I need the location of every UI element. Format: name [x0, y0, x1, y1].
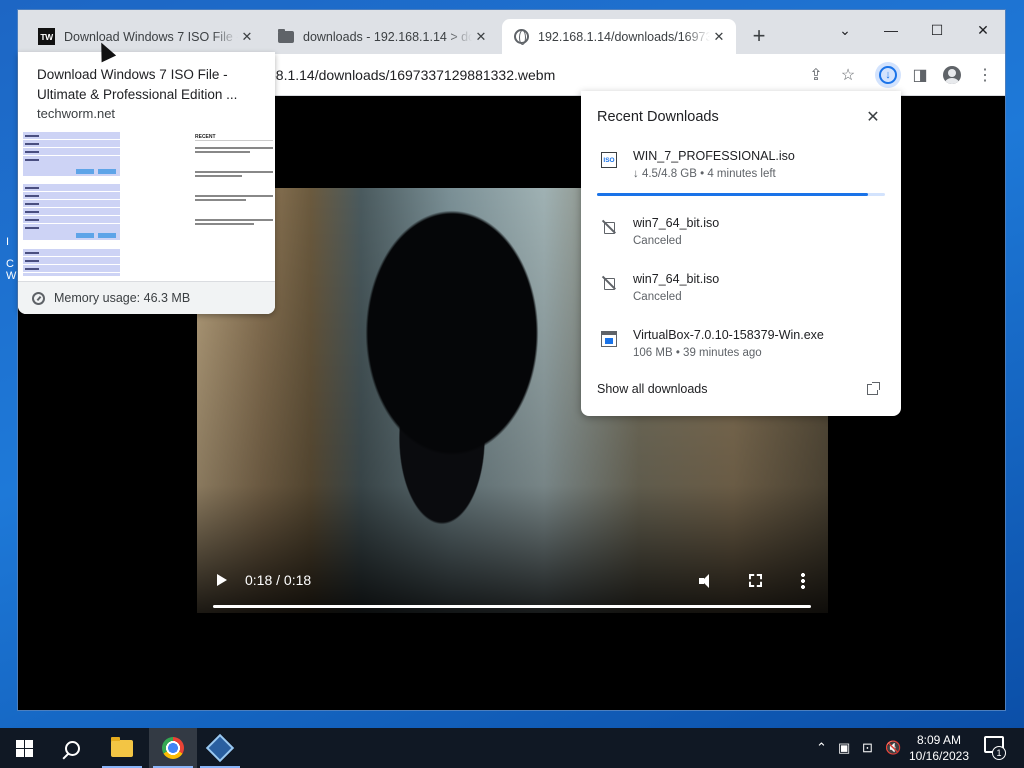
download-filename: VirtualBox-7.0.10-158379-Win.exe: [633, 328, 824, 342]
virtualbox-icon: [205, 733, 235, 763]
globe-icon: [514, 29, 529, 45]
folder-icon: [111, 736, 133, 757]
volume-muted-icon[interactable]: 🔇: [885, 728, 901, 768]
close-icon[interactable]: ✕: [864, 108, 882, 126]
star-icon[interactable]: ☆: [836, 63, 860, 87]
desktop-icon-label: I: [6, 236, 10, 248]
iso-file-icon: ISO: [601, 152, 617, 168]
more-options-icon[interactable]: [801, 573, 805, 589]
new-tab-button[interactable]: +: [748, 25, 770, 48]
hover-card-title: Download Windows 7 ISO File -Ultimate & …: [37, 67, 238, 102]
windows-logo-icon: [15, 739, 33, 757]
start-button[interactable]: [0, 728, 48, 768]
notification-badge: 1: [992, 746, 1006, 760]
download-progress-fill: [597, 193, 868, 196]
address-text: 68.1.14/downloads/1697337129881332.webm: [268, 67, 556, 83]
profile-icon[interactable]: [940, 63, 964, 87]
tab-title: Download Windows 7 ISO File - Ultimate &…: [64, 29, 238, 44]
desktop-icon-label: W: [6, 270, 17, 282]
tray-app-icon[interactable]: ▣: [838, 728, 850, 768]
chrome-icon: [162, 737, 184, 759]
clock-date: 10/16/2023: [908, 749, 970, 763]
taskbar: ⌃ ▣ ⊡ 🔇 8:09 AM 10/16/2023 1: [0, 728, 1024, 768]
video-time: 0:18 / 0:18: [245, 572, 312, 588]
search-button[interactable]: [48, 728, 96, 768]
download-status: ↓ 4.5/4.8 GB • 4 minutes left: [633, 168, 776, 180]
volume-icon[interactable]: [699, 574, 715, 588]
close-window-button[interactable]: ✕: [960, 16, 1005, 44]
close-icon[interactable]: ✕: [710, 28, 728, 46]
download-item[interactable]: win7_64_bit.iso Canceled: [581, 215, 901, 263]
exe-file-icon: [601, 331, 617, 347]
download-status: 106 MB • 39 minutes ago: [633, 347, 762, 359]
show-all-downloads-link[interactable]: Show all downloads: [597, 382, 708, 396]
canceled-file-icon: [601, 275, 617, 291]
gauge-icon: [32, 291, 45, 305]
thumbnail-table: [23, 132, 120, 176]
download-item[interactable]: ISO WIN_7_PROFESSIONAL.iso ↓ 4.5/4.8 GB …: [581, 148, 901, 196]
fullscreen-icon[interactable]: [749, 574, 762, 587]
memory-usage-row: Memory usage: 46.3 MB: [18, 281, 275, 314]
maximize-button[interactable]: ☐: [914, 16, 960, 44]
downloads-header: Recent Downloads: [597, 109, 719, 125]
tab-video[interactable]: 192.168.1.14/downloads/1697337129881332.…: [502, 19, 736, 54]
close-icon[interactable]: ✕: [238, 28, 256, 46]
close-icon[interactable]: ✕: [472, 28, 490, 46]
download-item[interactable]: VirtualBox-7.0.10-158379-Win.exe 106 MB …: [581, 327, 901, 375]
thumbnail-recent-heading: RECENT: [195, 134, 273, 141]
clock-time: 8:09 AM: [916, 733, 962, 747]
download-filename: win7_64_bit.iso: [633, 216, 720, 230]
play-icon[interactable]: [217, 574, 227, 586]
folder-icon: [278, 28, 294, 43]
download-status: Canceled: [633, 235, 682, 247]
seek-bar[interactable]: [213, 605, 811, 608]
show-hidden-icons[interactable]: ⌃: [816, 728, 827, 768]
address-bar[interactable]: 68.1.14/downloads/1697337129881332.webm: [268, 60, 808, 90]
thumbnail-recent: RECENT: [195, 134, 273, 227]
download-filename: win7_64_bit.iso: [633, 272, 720, 286]
canceled-file-icon: [601, 219, 617, 235]
download-filename: WIN_7_PROFESSIONAL.iso: [633, 149, 795, 163]
tw-icon: TW: [38, 28, 55, 45]
thumbnail-table: [23, 249, 120, 276]
tab-search-button[interactable]: ⌄: [822, 16, 868, 44]
page-thumbnail: RECENT: [23, 132, 273, 276]
kebab-menu-icon[interactable]: ⋮: [973, 63, 997, 87]
search-icon: [64, 740, 80, 756]
hover-card-domain: techworm.net: [37, 106, 116, 121]
side-panel-icon[interactable]: ◨: [908, 63, 932, 87]
tab-title: 192.168.1.14/downloads/1697337129881332.…: [538, 29, 710, 44]
tab-title: downloads - 192.168.1.14 > downloads: [303, 29, 472, 44]
thumbnail-table: [23, 184, 120, 240]
desktop-icon-label: C: [6, 258, 14, 270]
minimize-button[interactable]: —: [868, 16, 914, 44]
download-progress-bar: [597, 193, 885, 196]
download-status: Canceled: [633, 291, 682, 303]
taskbar-clock[interactable]: 8:09 AM 10/16/2023: [902, 732, 976, 764]
tab-strip: TW Download Windows 7 ISO File - Ultimat…: [18, 10, 1005, 54]
external-link-icon[interactable]: [867, 382, 880, 395]
memory-usage-text: Memory usage: 46.3 MB: [54, 291, 191, 305]
tab-hover-card: Download Windows 7 ISO File -Ultimate & …: [18, 52, 275, 314]
tab-downloads-folder[interactable]: downloads - 192.168.1.14 > downloads ✕: [266, 19, 498, 54]
download-item[interactable]: win7_64_bit.iso Canceled: [581, 271, 901, 319]
download-icon[interactable]: ↓: [875, 62, 901, 88]
file-explorer-button[interactable]: [98, 728, 146, 768]
virtualbox-button[interactable]: [196, 728, 244, 768]
downloads-bubble: Recent Downloads ✕ ISO WIN_7_PROFESSIONA…: [581, 91, 901, 416]
tab-techworm[interactable]: TW Download Windows 7 ISO File - Ultimat…: [26, 19, 264, 54]
network-icon[interactable]: ⊡: [862, 728, 873, 768]
share-icon[interactable]: ⇪: [804, 63, 828, 87]
chrome-button[interactable]: [149, 728, 197, 768]
